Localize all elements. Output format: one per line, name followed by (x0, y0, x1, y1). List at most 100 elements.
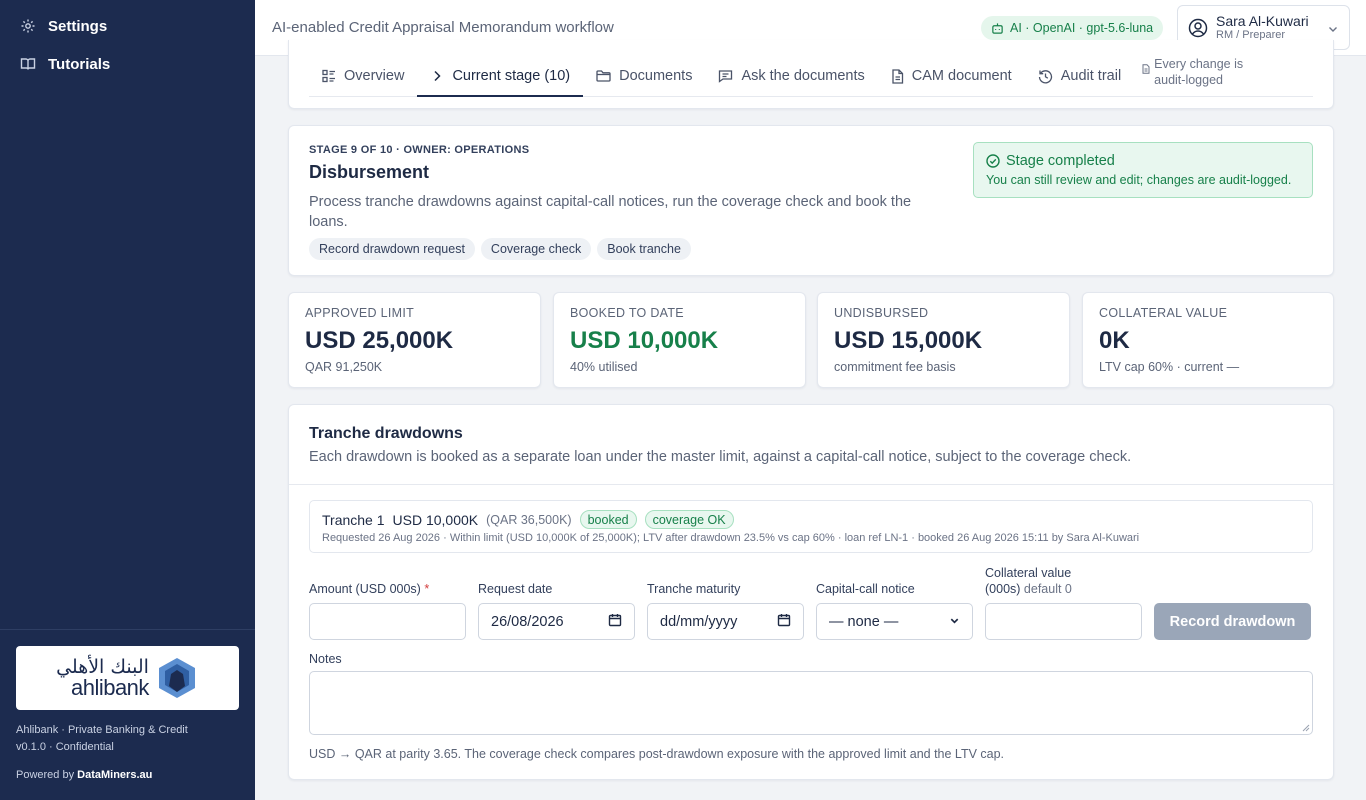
resize-grip-icon[interactable] (1302, 724, 1310, 732)
ai-model-badge: AI · OpenAI · gpt-5.6-luna (981, 16, 1164, 40)
sidebar-item-label: Tutorials (48, 55, 111, 73)
tab-cam-document[interactable]: CAM document (878, 56, 1025, 96)
stage-chips: Record drawdown request Coverage check B… (309, 238, 691, 260)
bank-logo: البنك الأهلي ahlibank (16, 646, 239, 710)
tab-label: Documents (619, 68, 693, 84)
chip-book-tranche[interactable]: Book tranche (597, 238, 691, 260)
kpi-approved-limit: APPROVED LIMIT USD 25,000K QAR 91,250K (288, 292, 541, 388)
tranche-header: Tranche drawdowns Each drawdown is booke… (289, 405, 1333, 485)
collateral-hint: default 0 (1023, 582, 1072, 596)
tab-documents[interactable]: Documents (583, 56, 705, 96)
kpi-sub: 40% utilised (570, 360, 638, 374)
kpi-label: APPROVED LIMIT (305, 306, 415, 320)
book-icon (20, 56, 36, 72)
capital-call-value: — none — (829, 613, 899, 630)
tab-label: Audit trail (1060, 68, 1122, 84)
tab-overview[interactable]: Overview (309, 56, 417, 96)
tranche-description: Each drawdown is booked as a separate lo… (309, 449, 1132, 465)
stage-title: Disbursement (309, 162, 430, 182)
gear-icon (20, 18, 36, 34)
chevron-right-icon (430, 69, 444, 83)
tranche-row[interactable]: Tranche 1 USD 10,000K (QAR 36,500K) book… (309, 500, 1313, 553)
amount-field-group: Amount (USD 000s) * (309, 581, 466, 640)
logo-english: ahlibank (70, 675, 149, 700)
footer-line2: v0.1.0 · Confidential (16, 741, 114, 753)
kpi-sub: LTV cap 60% · current — (1099, 360, 1240, 374)
tranche-qar: (QAR 36,500K) (486, 512, 572, 527)
message-icon (718, 69, 733, 83)
stage-tabs: Overview Current stage (10) Documents As… (309, 56, 1313, 97)
status-badge-booked: booked (579, 510, 637, 529)
tranche-detail: Requested 26 Aug 2026 · Within limit (US… (322, 532, 1140, 544)
powered-by-link[interactable]: DataMiners.au (77, 769, 152, 781)
kpi-value: USD 25,000K (305, 327, 454, 354)
ai-pill-label: AI · OpenAI · gpt-5.6-luna (1010, 21, 1154, 35)
capital-call-field-group: Capital-call notice — none — (816, 581, 973, 640)
chevron-down-icon (949, 614, 960, 630)
tranche-amount: USD 10,000K (392, 511, 479, 528)
folder-icon (596, 69, 611, 83)
logo-arabic: البنك الأهلي (56, 656, 149, 678)
check-circle-icon (986, 154, 1000, 168)
robot-icon (991, 22, 1004, 35)
collateral-input[interactable] (985, 603, 1142, 640)
notes-textarea[interactable] (309, 671, 1313, 735)
kpi-label: BOOKED TO DATE (570, 306, 684, 320)
sidebar-divider (0, 629, 255, 630)
notes-label: Notes (309, 652, 342, 666)
status-title: Stage completed (1006, 153, 1115, 169)
user-avatar-icon (1188, 18, 1208, 38)
chip-record-drawdown[interactable]: Record drawdown request (309, 238, 475, 260)
sidebar-item-label: Settings (48, 17, 108, 35)
tab-current-stage[interactable]: Current stage (10) (417, 56, 584, 97)
kpi-value: USD 15,000K (834, 327, 983, 354)
kpi-sub: commitment fee basis (834, 360, 956, 374)
user-name: Sara Al-Kuwari (1216, 12, 1309, 29)
chip-coverage-check[interactable]: Coverage check (480, 238, 592, 260)
tranche-title: Tranche drawdowns (309, 425, 463, 442)
sidebar-item-tutorials[interactable]: Tutorials (0, 45, 255, 83)
request-date-input[interactable]: 26/08/2026 (478, 603, 635, 640)
kpi-undisbursed: UNDISBURSED USD 15,000K commitment fee b… (817, 292, 1070, 388)
kpi-collateral-value: COLLATERAL VALUE 0K LTV cap 60% · curren… (1082, 292, 1334, 388)
tab-label: CAM document (911, 68, 1012, 84)
maturity-field-group: Tranche maturity dd/mm/yyyy (647, 581, 804, 640)
drawdown-form: Amount (USD 000s) * Request date 26/08/2… (309, 565, 1313, 640)
kpi-value: 0K (1099, 327, 1130, 354)
tab-ask-documents[interactable]: Ask the documents (705, 56, 877, 96)
sidebar-item-settings[interactable]: Settings (0, 7, 255, 45)
calendar-icon[interactable] (777, 613, 791, 631)
maturity-label: Tranche maturity (647, 582, 741, 596)
kpi-label: COLLATERAL VALUE (1099, 306, 1228, 320)
tranche-name: Tranche 1 (322, 511, 385, 528)
chevron-down-icon (1327, 22, 1339, 40)
sidebar-footer-info: Ahlibank · Private Banking & Credit v0.1… (16, 722, 188, 756)
amount-input[interactable] (309, 603, 466, 640)
collateral-field-group: Collateral value (000s) default 0 (985, 565, 1142, 640)
document-small-icon (1142, 64, 1150, 74)
tab-label: Current stage (10) (452, 67, 571, 84)
kpi-label: UNDISBURSED (834, 306, 929, 320)
tabs-card: Overview Current stage (10) Documents As… (288, 40, 1334, 109)
tab-label: Ask the documents (741, 68, 865, 84)
list-icon (322, 69, 336, 83)
parity-footnote: USD → QAR at parity 3.65. The coverage c… (309, 747, 1005, 761)
request-date-field-group: Request date 26/08/2026 (478, 581, 635, 640)
powered-prefix: Powered by (16, 769, 75, 781)
tab-audit-trail[interactable]: Audit trail (1025, 56, 1134, 96)
audit-note: Every change is audit-logged (1134, 56, 1243, 96)
status-subtitle: You can still review and edit; changes a… (986, 173, 1292, 187)
tranche-drawdowns-card: Tranche drawdowns Each drawdown is booke… (288, 404, 1334, 780)
calendar-icon[interactable] (608, 613, 622, 631)
kpi-sub: QAR 91,250K (305, 360, 383, 374)
tab-label: Overview (344, 68, 405, 84)
capital-call-select[interactable]: — none — (816, 603, 973, 640)
maturity-input[interactable]: dd/mm/yyyy (647, 603, 804, 640)
collateral-label: Collateral value (000s) default 0 (985, 566, 1072, 596)
kpi-booked-to-date: BOOKED TO DATE USD 10,000K 40% utilised (553, 292, 806, 388)
file-icon (891, 68, 904, 84)
stage-eyebrow: STAGE 9 OF 10 · OWNER: OPERATIONS (309, 144, 530, 156)
kpi-value: USD 10,000K (570, 327, 719, 354)
record-drawdown-button[interactable]: Record drawdown (1154, 603, 1311, 640)
footer-line1: Ahlibank · Private Banking & Credit (16, 724, 188, 736)
